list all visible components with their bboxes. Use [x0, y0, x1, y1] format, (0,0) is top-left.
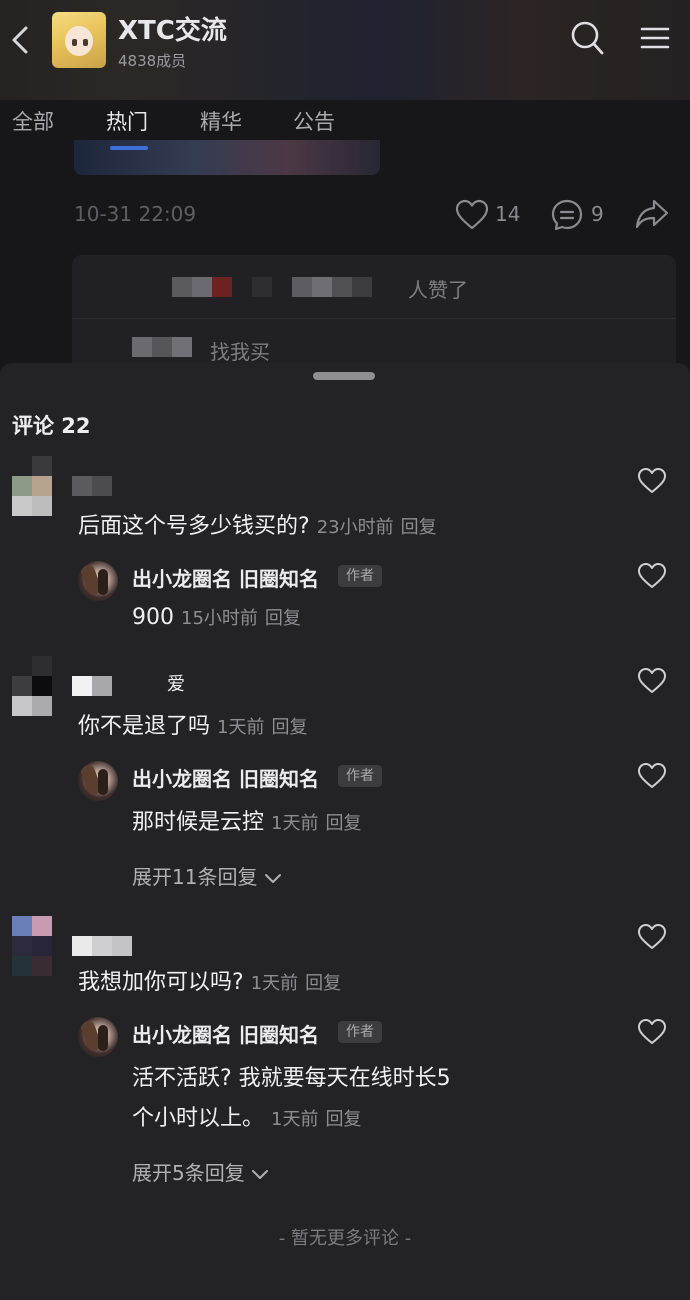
menu-icon[interactable]: [640, 26, 670, 50]
top-header: XTC交流 4838成员: [0, 0, 690, 100]
author-name[interactable]: 出小龙圈名 旧圈知名: [132, 563, 319, 592]
heart-icon[interactable]: [637, 562, 667, 590]
comment-time: 23小时前: [316, 517, 394, 538]
tab-announcement[interactable]: 公告: [293, 106, 335, 136]
comment-count-title: 评论 22: [12, 414, 91, 438]
commenter-name[interactable]: [72, 676, 112, 696]
chevron-down-icon: [264, 873, 281, 883]
sheet-drag-handle[interactable]: [313, 372, 375, 380]
tab-bar: 全部 热门 精华 公告: [0, 100, 690, 150]
member-count: 4838成员: [118, 52, 187, 70]
author-avatar[interactable]: [78, 1017, 118, 1057]
liker-name-mosaic: [292, 277, 372, 297]
commenter-name[interactable]: [72, 476, 112, 496]
tab-featured[interactable]: 精华: [200, 106, 242, 136]
author-badge: 作者: [338, 1021, 382, 1043]
active-tab-indicator: [110, 146, 148, 150]
commenter-avatar[interactable]: [12, 656, 52, 716]
commenter-name-suffix: 爱: [167, 674, 185, 695]
heart-icon[interactable]: [637, 667, 667, 695]
reply-text-line1: 活不活跃? 我就要每天在线时长5: [132, 1066, 451, 1091]
post-time: 10-31 22:09: [74, 202, 197, 226]
author-name[interactable]: 出小龙圈名 旧圈知名: [132, 763, 319, 792]
comment-time: 1天前: [217, 717, 265, 738]
reply-button[interactable]: 回复: [325, 1109, 361, 1130]
reply-button[interactable]: 回复: [401, 517, 437, 538]
reply-button[interactable]: 回复: [325, 813, 361, 834]
tab-all[interactable]: 全部: [12, 106, 54, 136]
author-name[interactable]: 出小龙圈名 旧圈知名: [132, 1019, 319, 1048]
liker-name-mosaic: [172, 277, 232, 297]
reply-button[interactable]: 回复: [305, 973, 341, 994]
group-avatar[interactable]: [52, 12, 106, 68]
no-more-comments: - 暂无更多评论 -: [278, 1228, 412, 1249]
author-badge: 作者: [338, 765, 382, 787]
comment-text: 后面这个号多少钱买的? 23小时前 回复: [78, 514, 437, 539]
liked-by-text: 人赞了: [408, 278, 468, 302]
comment-time: 1天前: [250, 973, 299, 994]
reply-text-line2: 个小时以上。 1天前 回复: [132, 1106, 362, 1131]
like-count: 14: [495, 202, 521, 226]
chevron-down-icon: [252, 1169, 269, 1179]
reply-name-mosaic: [132, 337, 192, 357]
heart-icon[interactable]: [455, 199, 489, 231]
comment-text: 我想加你可以吗? 1天前 回复: [78, 970, 342, 995]
expand-replies-button[interactable]: 展开11条回复: [132, 861, 282, 890]
commenter-avatar[interactable]: [12, 916, 52, 976]
reply-time: 1天前: [271, 1109, 319, 1130]
divider: [72, 318, 676, 319]
author-badge: 作者: [338, 565, 382, 587]
reply-button[interactable]: 回复: [265, 608, 301, 629]
heart-icon[interactable]: [637, 1018, 667, 1046]
group-title[interactable]: XTC交流: [118, 10, 227, 47]
reply-time: 15小时前: [181, 608, 258, 629]
reply-text: 那时候是云控 1天前 回复: [132, 810, 362, 835]
liker-name-mosaic: [252, 277, 272, 297]
tab-hot[interactable]: 热门: [106, 106, 148, 136]
search-icon[interactable]: [570, 20, 604, 56]
heart-icon[interactable]: [637, 762, 667, 790]
share-arrow-icon[interactable]: [634, 197, 670, 231]
author-avatar[interactable]: [78, 761, 118, 801]
author-avatar[interactable]: [78, 561, 118, 601]
comment-bubble-icon[interactable]: [550, 198, 584, 232]
expand-replies-button[interactable]: 展开5条回复: [132, 1157, 269, 1186]
reply-button[interactable]: 回复: [271, 717, 307, 738]
reply-text: 900 15小时前 回复: [132, 605, 301, 630]
heart-icon[interactable]: [637, 467, 667, 495]
comment-count: 9: [591, 202, 604, 226]
reply-preview-text: 找我买: [210, 340, 270, 364]
commenter-name[interactable]: [72, 936, 132, 956]
heart-icon[interactable]: [637, 923, 667, 951]
commenter-avatar[interactable]: [12, 456, 52, 516]
reply-time: 1天前: [271, 813, 319, 834]
back-arrow-icon[interactable]: [8, 22, 32, 58]
comment-text: 你不是退了吗 1天前 回复: [78, 714, 308, 739]
